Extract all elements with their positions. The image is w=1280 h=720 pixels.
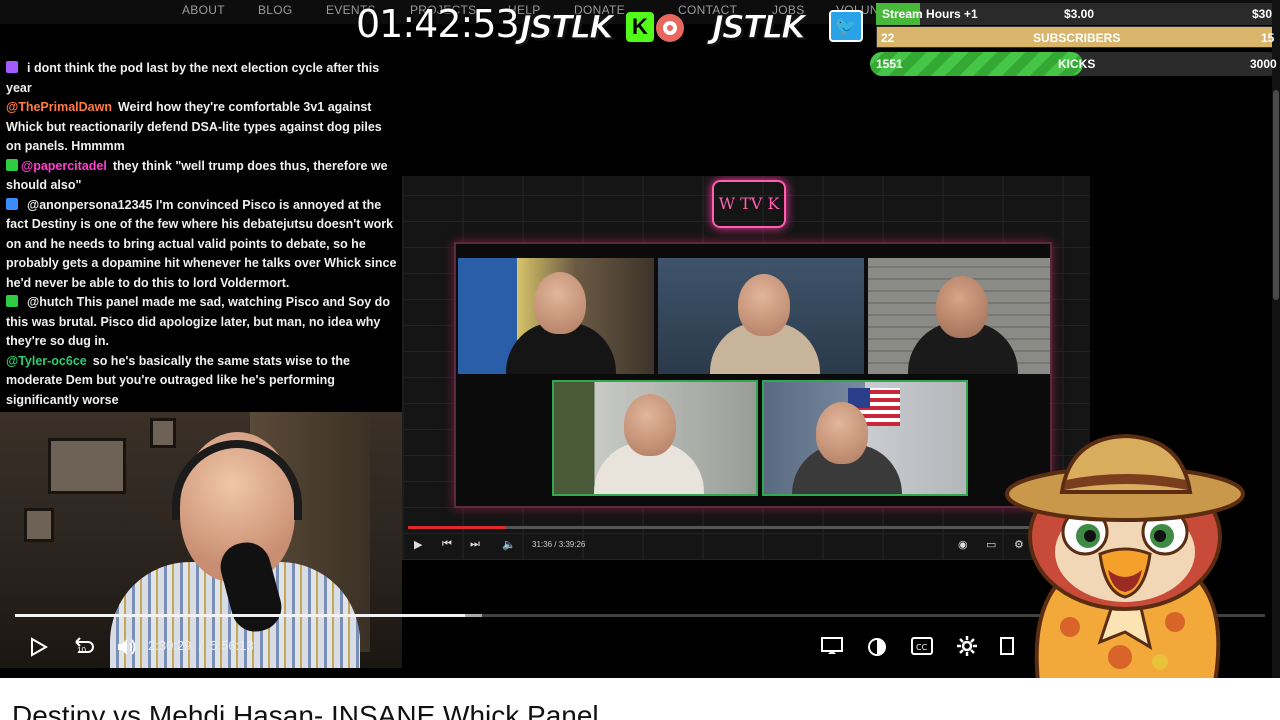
stream-hours-label: Stream Hours +1: [882, 7, 978, 21]
kicks-current: 1551: [876, 57, 903, 71]
neon-sign: W TV K: [712, 180, 786, 228]
participant-head: [738, 274, 790, 336]
wall-frame: [24, 508, 54, 542]
brand-logo-twitter: JSTLK: [711, 7, 806, 46]
chat-badge-icon: [6, 295, 18, 307]
embedded-play-icon[interactable]: ▶: [414, 538, 422, 551]
time-readout: 2:30:29 / 5:56:13: [148, 638, 254, 653]
ambient-mode-icon[interactable]: [866, 636, 888, 658]
mascot-hat: [1005, 433, 1245, 522]
nav-blog[interactable]: BLOG: [258, 3, 293, 17]
chat-username[interactable]: @papercitadel: [21, 159, 107, 173]
progress-played: [15, 614, 465, 617]
video-title: Destiny vs Mehdi Hasan- INSANE Whick Pan…: [12, 700, 599, 720]
embedded-prev-icon[interactable]: ⏮: [442, 538, 452, 551]
chat-badge-icon: [6, 197, 18, 210]
webcam-feed: [0, 412, 402, 668]
chat-message: @hutch This panel made me sad, watching …: [6, 293, 398, 352]
captions-icon[interactable]: CC: [911, 636, 933, 656]
chat-text: @hutch This panel made me sad, watching …: [6, 295, 390, 348]
kicks-goal-value: 3000: [1250, 57, 1277, 71]
chat-badge-icon: [6, 158, 18, 171]
chat-username[interactable]: @Tyler-oc6ce: [6, 354, 87, 368]
kick-icon: K: [626, 12, 654, 42]
chat-message: @Tyler-oc6ce so he's basically the same s…: [6, 352, 398, 411]
chat-message: @ThePrimalDawn Weird how they're comforta…: [6, 98, 398, 157]
volume-icon[interactable]: [116, 636, 138, 658]
page-content: Destiny vs Mehdi Hasan- INSANE Whick Pan…: [0, 678, 1280, 720]
scrollbar-thumb[interactable]: [1273, 90, 1279, 300]
stream-timer: 01:42:53: [356, 2, 520, 46]
brand-logo-kick: JSTLK: [519, 7, 614, 46]
embedded-scrubber-played: [408, 526, 506, 529]
twitter-icon: 🐦: [829, 10, 863, 42]
kicks-label: KICKS: [1058, 57, 1096, 71]
participant-head: [624, 394, 676, 456]
embedded-volume-icon[interactable]: 🔈: [502, 538, 516, 551]
participant-head: [816, 402, 868, 464]
embedded-next-icon[interactable]: ⏭: [470, 538, 480, 551]
participant-tile-5: [762, 380, 968, 496]
chat-panel: i dont think the pod last by the next el…: [2, 56, 402, 412]
current-time: 2:30:29: [148, 638, 192, 653]
embedded-autoplay-icon[interactable]: ◉: [958, 538, 968, 551]
play-button[interactable]: [30, 637, 48, 657]
chat-username[interactable]: @ThePrimalDawn: [6, 100, 112, 114]
participant-head: [936, 276, 988, 338]
embedded-video[interactable]: W TV K ▶ ⏮ ⏭ 🔈 31:36 / 3:39:26 ◉ ▭ ⚙: [402, 176, 1090, 560]
chat-message: i dont think the pod last by the next el…: [6, 59, 398, 98]
chat-text: @anonpersona12345 I'm convinced Pisco is…: [6, 197, 397, 290]
page-scrollbar[interactable]: [1272, 0, 1280, 678]
kicks-goal: 1551 KICKS 3000: [870, 52, 1280, 76]
skip-back-seconds: 10: [77, 646, 86, 655]
wall-poster: [48, 438, 126, 494]
subscribers-goal: 22 SUBSCRIBERS 15: [876, 26, 1280, 48]
stream-hours-goal-value: $30: [1252, 7, 1273, 21]
duration: 5:56:13: [210, 638, 254, 653]
participant-head: [534, 272, 586, 334]
panel-grid: [454, 242, 1052, 508]
nav-about[interactable]: ABOUT: [182, 3, 225, 17]
chat-message: @papercitadel they think "well trump does…: [6, 157, 398, 196]
record-icon: [656, 14, 684, 42]
participant-tile-2: [658, 258, 864, 374]
svg-text:CC: CC: [916, 643, 928, 652]
embedded-scrubber[interactable]: [408, 526, 1048, 529]
time-separator: /: [199, 638, 203, 653]
chat-message: @anonpersona12345 I'm convinced Pisco is…: [6, 196, 398, 294]
wall-frame: [150, 418, 176, 448]
participant-tile-active: [552, 380, 758, 496]
parrot-mascot-image: [1005, 433, 1245, 684]
participant-tile-3: [868, 258, 1050, 374]
chat-text: i dont think the pod last by the next el…: [6, 61, 380, 95]
cast-icon[interactable]: [820, 636, 844, 656]
subscribers-current: 22: [881, 31, 895, 45]
stream-hours-price: $3.00: [1064, 7, 1095, 21]
settings-gear-icon[interactable]: [956, 635, 978, 657]
embedded-captions-icon[interactable]: ▭: [986, 538, 996, 551]
embedded-time: 31:36 / 3:39:26: [532, 540, 586, 549]
subscribers-label: SUBSCRIBERS: [1033, 31, 1121, 45]
chat-badge-icon: [6, 61, 18, 73]
subscribers-goal-value: 15: [1261, 31, 1275, 45]
participant-tile-1: [458, 258, 654, 374]
stream-hours-goal: Stream Hours +1 $3.00 $30: [876, 3, 1280, 25]
